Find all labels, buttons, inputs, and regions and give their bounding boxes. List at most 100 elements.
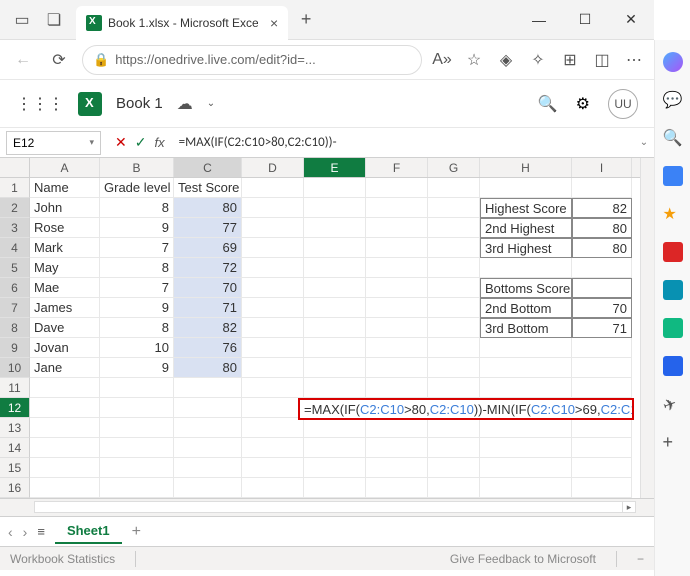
cell-A5[interactable]: May [30, 258, 100, 278]
cell-A13[interactable] [30, 418, 100, 438]
row-header-1[interactable]: 1 [0, 178, 30, 198]
row-header-4[interactable]: 4 [0, 238, 30, 258]
back-button[interactable]: ← [10, 47, 36, 73]
cell-G9[interactable] [428, 338, 480, 358]
cell-D8[interactable] [242, 318, 304, 338]
sidebar-people-icon[interactable] [663, 280, 683, 300]
cell-C2[interactable]: 80 [174, 198, 242, 218]
extensions-icon[interactable]: ✧ [528, 50, 548, 70]
cell-F7[interactable] [366, 298, 428, 318]
cell-I3[interactable]: 80 [572, 218, 632, 238]
document-title[interactable]: Book 1 [116, 95, 163, 112]
col-header-D[interactable]: D [242, 158, 304, 177]
cell-A16[interactable] [30, 478, 100, 498]
cell-I14[interactable] [572, 438, 632, 458]
cell-D9[interactable] [242, 338, 304, 358]
cell-E6[interactable] [304, 278, 366, 298]
sidebar-games-icon[interactable] [663, 318, 683, 338]
cell-E11[interactable] [304, 378, 366, 398]
cell-D13[interactable] [242, 418, 304, 438]
cell-F11[interactable] [366, 378, 428, 398]
cell-A11[interactable] [30, 378, 100, 398]
col-header-F[interactable]: F [366, 158, 428, 177]
cell-D12[interactable] [242, 398, 304, 418]
cell-A15[interactable] [30, 458, 100, 478]
cell-B4[interactable]: 7 [100, 238, 174, 258]
cell-E15[interactable] [304, 458, 366, 478]
all-sheets-icon[interactable]: ≡ [37, 524, 45, 539]
cell-D1[interactable] [242, 178, 304, 198]
col-header-C[interactable]: C [174, 158, 242, 177]
cloud-save-icon[interactable]: ☁ [177, 94, 193, 114]
row-header-3[interactable]: 3 [0, 218, 30, 238]
cell-A14[interactable] [30, 438, 100, 458]
add-sheet-button[interactable]: + [132, 523, 141, 541]
cell-H4[interactable]: 3rd Highest [480, 238, 572, 258]
row-header-16[interactable]: 16 [0, 478, 30, 498]
cell-D6[interactable] [242, 278, 304, 298]
prev-sheet-button[interactable]: ‹ [8, 524, 13, 540]
cell-B15[interactable] [100, 458, 174, 478]
collections-icon[interactable]: ⊞ [560, 50, 580, 70]
cell-B16[interactable] [100, 478, 174, 498]
cell-C5[interactable]: 72 [174, 258, 242, 278]
cell-G1[interactable] [428, 178, 480, 198]
cell-D3[interactable] [242, 218, 304, 238]
cell-B1[interactable]: Grade level [100, 178, 174, 198]
cell-H16[interactable] [480, 478, 572, 498]
in-cell-formula-edit[interactable]: =MAX(IF(C2:C10>80,C2:C10))-MIN(IF(C2:C10… [298, 398, 634, 420]
cell-E3[interactable] [304, 218, 366, 238]
cell-I5[interactable] [572, 258, 632, 278]
cell-A12[interactable] [30, 398, 100, 418]
cell-B13[interactable] [100, 418, 174, 438]
cell-G4[interactable] [428, 238, 480, 258]
cell-A7[interactable]: James [30, 298, 100, 318]
cell-H8[interactable]: 3rd Bottom [480, 318, 572, 338]
cell-I11[interactable] [572, 378, 632, 398]
cell-G8[interactable] [428, 318, 480, 338]
sidebar-outlook-icon[interactable] [663, 356, 683, 376]
cell-A10[interactable]: Jane [30, 358, 100, 378]
sidebar-search-icon[interactable]: 🔍 [663, 128, 683, 148]
cell-D7[interactable] [242, 298, 304, 318]
cell-G7[interactable] [428, 298, 480, 318]
url-input[interactable]: 🔒 https://onedrive.live.com/edit?id=... [82, 45, 422, 75]
cell-F6[interactable] [366, 278, 428, 298]
cell-H15[interactable] [480, 458, 572, 478]
cell-I15[interactable] [572, 458, 632, 478]
copilot-icon[interactable] [663, 52, 683, 72]
cell-C13[interactable] [174, 418, 242, 438]
cell-B11[interactable] [100, 378, 174, 398]
cell-E5[interactable] [304, 258, 366, 278]
cell-D4[interactable] [242, 238, 304, 258]
cell-B3[interactable]: 9 [100, 218, 174, 238]
cell-B14[interactable] [100, 438, 174, 458]
col-header-A[interactable]: A [30, 158, 100, 177]
cell-H3[interactable]: 2nd Highest [480, 218, 572, 238]
cell-F9[interactable] [366, 338, 428, 358]
cell-E13[interactable] [304, 418, 366, 438]
read-aloud-icon[interactable]: A» [432, 50, 452, 70]
cell-H10[interactable] [480, 358, 572, 378]
select-all-corner[interactable] [0, 158, 30, 177]
cell-C10[interactable]: 80 [174, 358, 242, 378]
cell-G15[interactable] [428, 458, 480, 478]
cell-F14[interactable] [366, 438, 428, 458]
cell-E16[interactable] [304, 478, 366, 498]
cell-E7[interactable] [304, 298, 366, 318]
cell-B8[interactable]: 8 [100, 318, 174, 338]
close-window-button[interactable]: ✕ [608, 0, 654, 40]
profile-icon[interactable]: ▭ [8, 6, 36, 34]
cell-B2[interactable]: 8 [100, 198, 174, 218]
cell-I16[interactable] [572, 478, 632, 498]
row-header-6[interactable]: 6 [0, 278, 30, 298]
cell-H1[interactable] [480, 178, 572, 198]
cell-C4[interactable]: 69 [174, 238, 242, 258]
sidebar-chat-icon[interactable]: 💬 [663, 90, 683, 110]
col-header-I[interactable]: I [572, 158, 632, 177]
site-info-icon[interactable]: 🔒 [93, 52, 109, 68]
row-header-10[interactable]: 10 [0, 358, 30, 378]
feedback-button[interactable]: Give Feedback to Microsoft [450, 552, 596, 566]
vertical-scrollbar[interactable] [640, 158, 654, 498]
cell-H6[interactable]: Bottoms Score [480, 278, 572, 298]
